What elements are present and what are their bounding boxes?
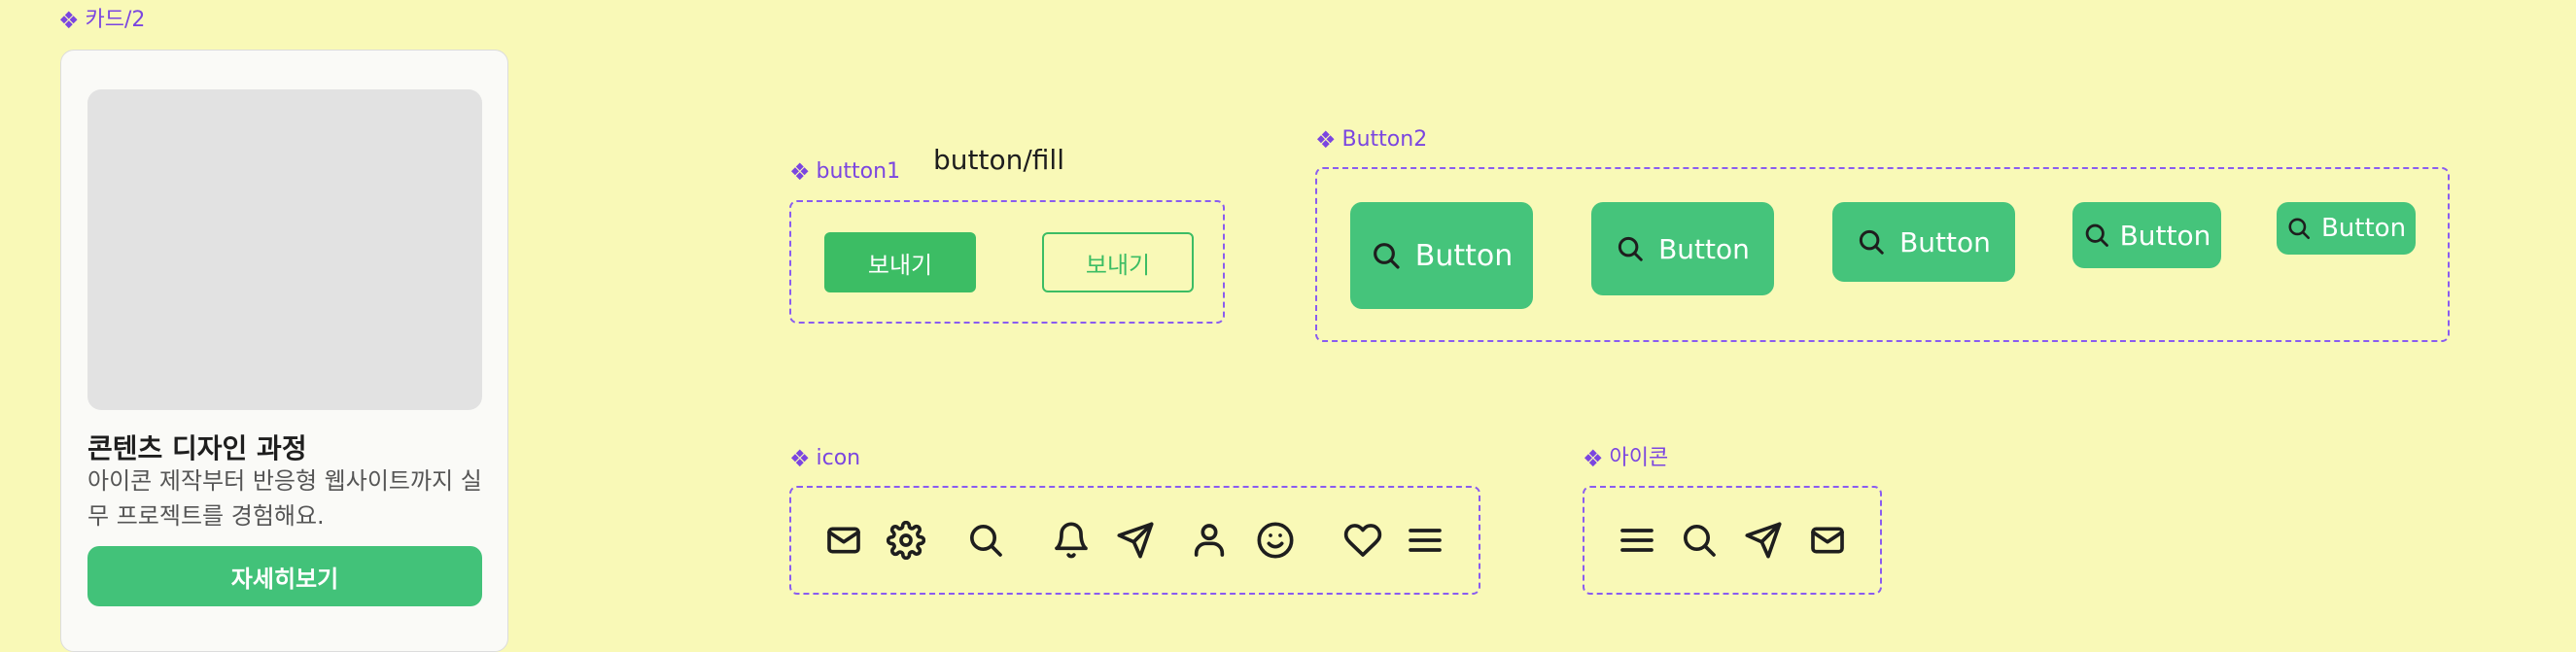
view-details-button[interactable]: 자세히보기 [87, 546, 482, 606]
search-button-md[interactable]: Button [1832, 202, 2015, 282]
icon-component-label: ❖ icon [789, 446, 860, 471]
bell-icon[interactable] [1052, 521, 1091, 560]
icon-ko-component-label: ❖ 아이콘 [1583, 446, 1668, 471]
menu-icon[interactable] [1618, 521, 1656, 560]
search-button-lg[interactable]: Button [1591, 202, 1774, 295]
search-icon[interactable] [1680, 521, 1719, 560]
button-label: Button [2119, 219, 2211, 252]
button2-component-name: Button2 [1341, 127, 1428, 152]
component-diamond-icon: ❖ [1315, 126, 1337, 154]
button1-component-name: button1 [816, 159, 901, 184]
icon-component-name: icon [816, 446, 861, 470]
card-component-name: 카드/2 [85, 8, 146, 32]
search-button-sm[interactable]: Button [2072, 202, 2221, 268]
search-icon [1373, 243, 1400, 269]
send-fill-button[interactable]: 보내기 [824, 232, 976, 292]
component-diamond-icon: ❖ [789, 158, 811, 186]
button2-frame: Button Button Button Button Button [1315, 167, 2450, 342]
smile-icon[interactable] [1256, 521, 1295, 560]
card-title: 콘텐츠 디자인 과정 [87, 432, 307, 464]
component-diamond-icon: ❖ [1583, 445, 1604, 472]
heart-icon[interactable] [1343, 521, 1382, 560]
icon-ko-component-name: 아이콘 [1609, 446, 1669, 470]
mail-icon[interactable] [824, 521, 863, 560]
component-diamond-icon: ❖ [58, 7, 80, 34]
button-label: Button [2320, 214, 2407, 243]
component-diamond-icon: ❖ [789, 445, 811, 472]
button-label: Button [1899, 225, 1991, 258]
button1-component-label: ❖ button1 [789, 159, 900, 185]
icon-frame [789, 486, 1480, 595]
search-icon [1618, 236, 1643, 261]
button2-component-label: ❖ Button2 [1315, 127, 1427, 153]
menu-icon[interactable] [1406, 521, 1445, 560]
search-button-xs[interactable]: Button [2277, 202, 2416, 255]
card-description: 아이콘 제작부터 반응형 웹사이트까지 실무 프로젝트를 경험해요. [87, 467, 482, 530]
send-icon[interactable] [1744, 521, 1783, 560]
button-fill-label: button/fill [933, 144, 1064, 176]
content-card: 콘텐츠 디자인 과정 아이콘 제작부터 반응형 웹사이트까지 실무 프로젝트를 … [60, 50, 508, 652]
card-component-label: ❖ 카드/2 [58, 8, 145, 33]
button-label: Button [1658, 232, 1750, 265]
search-icon [2085, 223, 2108, 247]
send-icon[interactable] [1116, 521, 1155, 560]
search-icon [1859, 229, 1884, 255]
user-icon[interactable] [1190, 521, 1229, 560]
button-label: Button [1414, 238, 1514, 273]
icon-ko-frame [1583, 486, 1882, 595]
search-icon [2288, 218, 2311, 240]
gear-icon[interactable] [886, 520, 926, 561]
search-icon[interactable] [966, 521, 1005, 560]
mail-icon[interactable] [1808, 521, 1847, 560]
search-button-xl[interactable]: Button [1350, 202, 1533, 309]
button1-frame: 보내기 보내기 [789, 200, 1225, 324]
send-outline-button[interactable]: 보내기 [1042, 232, 1194, 292]
card-image-placeholder [87, 89, 482, 410]
